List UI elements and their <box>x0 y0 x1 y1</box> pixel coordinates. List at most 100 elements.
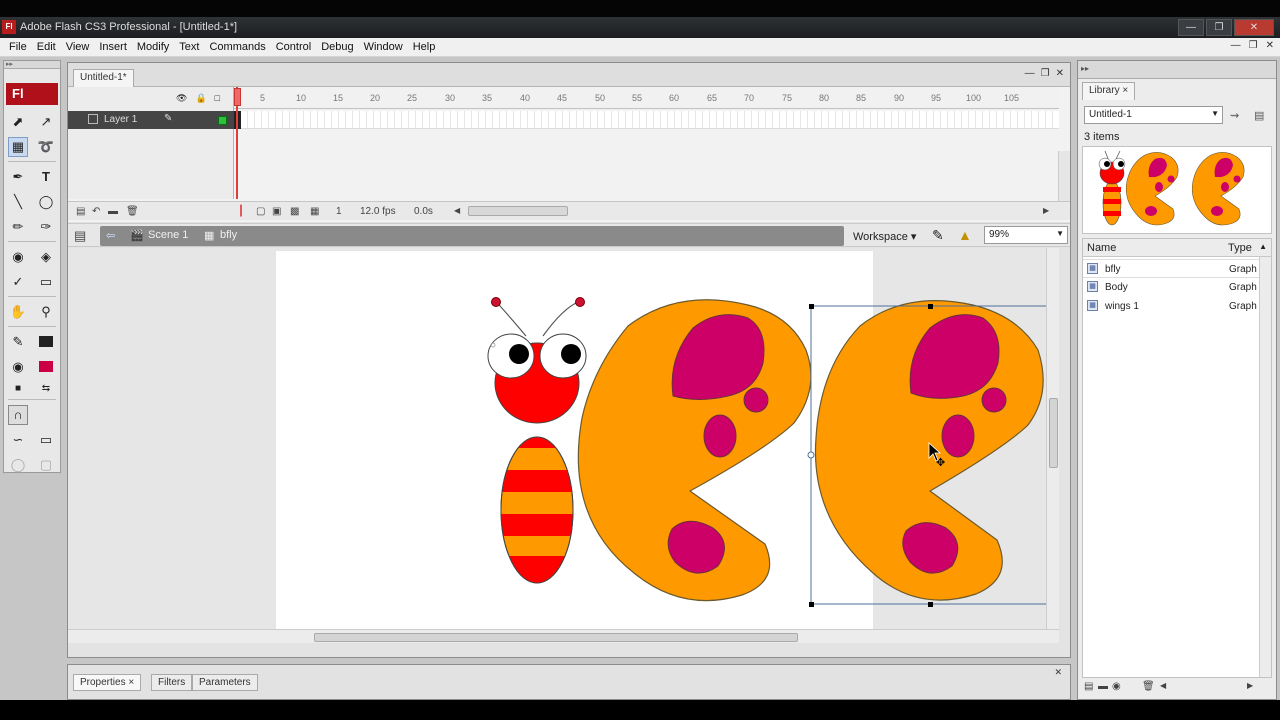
tools-grip[interactable]: ▸▸ <box>4 61 60 69</box>
selection-tool-icon[interactable]: ⬈ <box>8 112 28 132</box>
eyedropper-tool-icon[interactable]: ✓ <box>8 272 28 292</box>
default-colors-icon[interactable]: ■ <box>8 378 28 398</box>
new-folder-icon[interactable]: ▬ <box>1098 681 1108 692</box>
sort-icon[interactable]: ▲ <box>1259 242 1267 251</box>
edit-symbols-icon[interactable]: ✎ <box>932 227 944 244</box>
menu-text[interactable]: Text <box>174 41 204 53</box>
stroke-color-icon[interactable]: ✎ <box>8 332 28 352</box>
brush-tool-icon[interactable]: ✑ <box>36 217 56 237</box>
column-type[interactable]: Type <box>1228 242 1252 254</box>
transform-point[interactable] <box>807 451 815 459</box>
tab-library[interactable]: Library × <box>1082 82 1136 100</box>
smooth-icon[interactable]: ∽ <box>8 430 28 450</box>
text-tool-icon[interactable]: T <box>36 167 56 187</box>
stage-vertical-thumb[interactable] <box>1049 398 1058 468</box>
timeline-vertical-scrollbar[interactable] <box>1058 151 1070 201</box>
menu-help[interactable]: Help <box>408 41 441 53</box>
scroll-left-icon[interactable]: ◀ <box>454 206 460 215</box>
menu-debug[interactable]: Debug <box>316 41 358 53</box>
doc-close-icon[interactable]: ✕ <box>1056 68 1064 79</box>
free-transform-tool-icon[interactable]: ▦ <box>8 136 28 157</box>
right-wing-selected[interactable]: ✥ <box>807 300 1052 607</box>
layer-row[interactable]: Layer 1 ✎ <box>68 111 234 129</box>
insert-folder-icon[interactable]: ▬ <box>108 206 118 217</box>
stroke-color-swatch[interactable] <box>36 332 56 352</box>
playhead-handle[interactable] <box>234 88 241 106</box>
scale-icon[interactable]: ▢ <box>36 455 56 475</box>
playhead[interactable] <box>234 87 241 199</box>
menu-modify[interactable]: Modify <box>132 41 174 53</box>
stage-horizontal-thumb[interactable] <box>314 633 798 642</box>
rotate-skew-icon[interactable]: ◯ <box>8 455 28 475</box>
menu-view[interactable]: View <box>61 41 95 53</box>
minimize-button[interactable]: — <box>1178 19 1204 36</box>
menu-file[interactable]: File <box>4 41 32 53</box>
timeline-toggle-icon[interactable]: ▤ <box>74 228 86 244</box>
library-grip[interactable]: ▸▸ <box>1078 61 1276 79</box>
eraser-tool-icon[interactable]: ▭ <box>36 272 56 292</box>
lasso-tool-icon[interactable]: ➰ <box>36 137 56 157</box>
pen-tool-icon[interactable]: ✒ <box>8 167 28 187</box>
oval-tool-icon[interactable]: ◯ <box>36 192 56 212</box>
menu-window[interactable]: Window <box>359 41 408 53</box>
outline-icon[interactable]: □ <box>215 93 220 104</box>
document-tab[interactable]: Untitled-1* <box>73 69 134 87</box>
pin-library-icon[interactable]: ⇝ <box>1230 109 1239 122</box>
lock-icon[interactable]: 🔒 <box>195 93 206 104</box>
menu-control[interactable]: Control <box>271 41 316 53</box>
breadcrumb-symbol[interactable]: bfly <box>220 229 237 241</box>
library-item[interactable]: ▦ Body Graph <box>1083 278 1261 297</box>
fill-color-icon[interactable]: ◉ <box>8 357 28 377</box>
menu-insert[interactable]: Insert <box>94 41 132 53</box>
pencil-tool-icon[interactable]: ✏ <box>8 217 28 237</box>
butterfly-body[interactable] <box>487 297 587 587</box>
close-button[interactable]: ✕ <box>1234 19 1274 36</box>
delete-icon[interactable]: 🗑 <box>1142 681 1155 692</box>
insert-layer-icon[interactable]: ▤ <box>76 206 85 217</box>
doc-minimize-icon[interactable]: — <box>1025 68 1035 79</box>
zoom-dropdown[interactable]: 99% ▼ <box>984 226 1068 244</box>
mdi-minimize-icon[interactable]: — <box>1231 40 1241 51</box>
library-hscroll-right-icon[interactable]: ▶ <box>1247 681 1253 690</box>
stage-horizontal-scrollbar[interactable] <box>68 629 1059 643</box>
stage-vertical-scrollbar[interactable] <box>1046 248 1059 643</box>
eye-icon[interactable]: 👁 <box>176 93 187 104</box>
frame-ruler[interactable]: 5 10 15 20 25 30 35 40 45 50 55 60 65 70… <box>234 87 1059 109</box>
scroll-right-icon[interactable]: ▶ <box>1043 206 1049 215</box>
straighten-icon[interactable]: ▭ <box>36 430 56 450</box>
menu-edit[interactable]: Edit <box>32 41 61 53</box>
frame-rate[interactable]: 12.0 fps <box>360 206 396 217</box>
edit-scene-icon[interactable]: ▲ <box>958 227 972 243</box>
restore-button[interactable]: ❐ <box>1206 19 1232 36</box>
onion-skin-icon[interactable]: ▢ <box>256 206 265 217</box>
line-tool-icon[interactable]: ╲ <box>8 192 28 212</box>
panel-close-icon[interactable]: ✕ <box>1054 667 1062 678</box>
center-frame-icon[interactable]: ┃ <box>238 206 244 217</box>
stage-area[interactable]: ✥ <box>68 248 1059 643</box>
delete-layer-icon[interactable]: 🗑 <box>126 206 139 217</box>
workspace-menu[interactable]: Workspace ▾ <box>853 230 916 243</box>
menu-commands[interactable]: Commands <box>204 41 270 53</box>
paint-bucket-tool-icon[interactable]: ◈ <box>36 247 56 267</box>
library-item[interactable]: ▦ bfly Graph <box>1083 259 1261 278</box>
mdi-restore-icon[interactable]: ❐ <box>1249 40 1258 51</box>
timeline-horizontal-scrollbar[interactable] <box>468 206 568 216</box>
tab-filters[interactable]: Filters <box>151 674 193 691</box>
mdi-close-icon[interactable]: ✕ <box>1266 40 1274 51</box>
onion-skin-outlines-icon[interactable]: ▣ <box>272 206 281 217</box>
swap-colors-icon[interactable]: ⇆ <box>36 378 56 398</box>
breadcrumb-scene[interactable]: Scene 1 <box>148 229 188 241</box>
left-wing[interactable] <box>577 299 812 602</box>
library-item[interactable]: ▦ wings 1 Graph <box>1083 297 1261 316</box>
library-hscroll-left-icon[interactable]: ◀ <box>1160 681 1166 690</box>
properties-icon[interactable]: ◉ <box>1112 681 1121 692</box>
new-library-panel-icon[interactable]: ▤ <box>1254 109 1264 122</box>
back-arrow-icon[interactable]: ⇦ <box>106 229 115 242</box>
new-symbol-icon[interactable]: ▤ <box>1084 681 1093 692</box>
layer-outline-color-icon[interactable] <box>218 116 227 125</box>
zoom-tool-icon[interactable]: ⚲ <box>36 302 56 322</box>
modify-onion-markers-icon[interactable]: ▦ <box>310 206 319 217</box>
layer-frames[interactable] <box>234 111 1059 129</box>
tab-properties[interactable]: Properties × <box>73 674 142 691</box>
tab-parameters[interactable]: Parameters <box>192 674 258 691</box>
